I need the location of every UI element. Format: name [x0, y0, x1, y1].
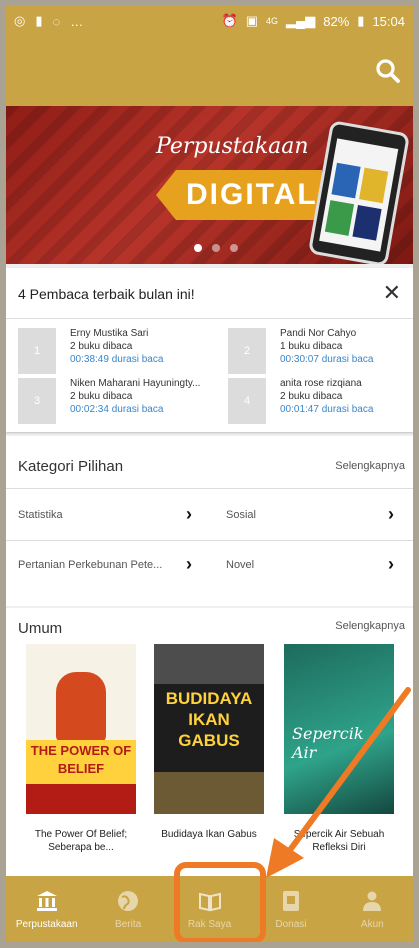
category-label: Novel	[226, 559, 255, 571]
close-icon[interactable]: ✕	[383, 282, 401, 304]
book-title[interactable]: The Power Of Belief; Seberapa be...	[21, 828, 141, 854]
reader-books: 1 buku dibaca	[280, 341, 343, 352]
signal-icon: ▂▄▆	[286, 13, 316, 28]
search-icon[interactable]	[373, 56, 403, 86]
book-title[interactable]: Sepercik Air Sebuah Refleksi Diri	[279, 828, 399, 854]
reader-item[interactable]: 2 Pandi Nor Cahyo 1 buku dibaca 00:30:07…	[228, 328, 413, 374]
clock: 15:04	[372, 13, 405, 29]
more-notifications-icon: …	[70, 13, 84, 29]
reader-item[interactable]: 4 anita rose rizqiana 2 buku dibaca 00:0…	[228, 378, 413, 424]
book-cover-power-of-belief[interactable]: THE POWER OF BELIEF	[26, 644, 136, 814]
reader-rank: 3	[18, 378, 56, 424]
reader-name: Niken Maharani Hayuningty...	[70, 378, 201, 389]
nav-item-perpustakaan[interactable]: Perpustakaan	[6, 876, 87, 942]
pagination-dot[interactable]	[212, 244, 220, 252]
divider	[6, 488, 413, 489]
category-label: Statistika	[18, 509, 63, 521]
reader-books: 2 buku dibaca	[70, 341, 133, 352]
nav-label: Berita	[115, 918, 142, 930]
category-section: Kategori Pilihan Selengkapnya Statistika…	[6, 436, 413, 606]
status-right-icons: ⏰ ▣ 4G ▂▄▆ 82% ▮ 15:04	[222, 13, 405, 29]
nav-label: Akun	[360, 918, 384, 930]
category-label: Pertanian Perkebunan Pete...	[18, 559, 163, 571]
book-cover-budidaya-ikan-gabus[interactable]: BUDIDAYA IKAN GABUS	[154, 644, 264, 814]
category-label: Sosial	[226, 509, 256, 521]
reader-books: 2 buku dibaca	[280, 391, 343, 402]
banner-script-text: Perpustakaan	[156, 134, 309, 159]
nav-item-berita[interactable]: Berita	[87, 876, 168, 942]
donation-icon	[282, 890, 299, 911]
reader-name: Erny Mustika Sari	[70, 328, 149, 339]
battery-icon: ▮	[357, 13, 365, 28]
network-label: 4G	[266, 16, 279, 26]
book-cover-title: THE POWER OF BELIEF	[30, 743, 132, 776]
divider	[6, 318, 413, 319]
nav-label: Perpustakaan	[15, 918, 78, 930]
reader-duration: 00:01:47 durasi baca	[280, 404, 374, 415]
general-more-link[interactable]: Selengkapnya	[335, 620, 405, 632]
reader-duration: 00:38:49 durasi baca	[70, 354, 164, 365]
reader-item[interactable]: 3 Niken Maharani Hayuningty... 2 buku di…	[18, 378, 208, 424]
notification-icon: ◌	[52, 13, 61, 29]
sim-icon: ▣	[245, 13, 259, 28]
alarm-icon: ⏰	[221, 13, 238, 28]
app-bar	[6, 36, 413, 106]
category-more-link[interactable]: Selengkapnya	[335, 460, 405, 472]
whatsapp-icon: ◎	[14, 13, 26, 28]
book-cover-title: Sepercik Air	[292, 724, 364, 762]
person-icon	[363, 891, 382, 911]
book-title[interactable]: Budidaya Ikan Gabus	[149, 828, 269, 841]
reader-duration: 00:30:07 durasi baca	[280, 354, 374, 365]
nav-label: Donasi	[275, 918, 307, 930]
promo-banner[interactable]: Perpustakaan DIGITAL	[6, 106, 413, 264]
chevron-right-icon: ›	[186, 504, 192, 524]
reader-rank: 2	[228, 328, 266, 374]
book-cover-sepercik-air[interactable]: Sepercik Air	[284, 644, 394, 814]
banner-main-text: DIGITAL	[186, 178, 318, 211]
reader-name: anita rose rizqiana	[280, 378, 362, 389]
pagination-dot[interactable]	[194, 244, 202, 252]
reader-books: 2 buku dibaca	[70, 391, 133, 402]
globe-icon	[118, 890, 139, 911]
reader-rank: 1	[18, 328, 56, 374]
top-readers-card: 4 Pembaca terbaik bulan ini! ✕ 1 Erny Mu…	[6, 268, 413, 432]
main-content: 4 Pembaca terbaik bulan ini! ✕ 1 Erny Mu…	[6, 264, 413, 876]
chevron-right-icon: ›	[388, 504, 394, 524]
highlight-box	[174, 862, 266, 944]
status-bar: ◎ ▮ ◌ … ⏰ ▣ 4G ▂▄▆ 82% ▮ 15:04	[6, 6, 413, 36]
category-title: Kategori Pilihan	[18, 458, 124, 475]
chevron-right-icon: ›	[388, 554, 394, 574]
banner-pagination	[194, 244, 238, 252]
top-readers-title: 4 Pembaca terbaik bulan ini!	[18, 286, 195, 302]
nav-item-akun[interactable]: Akun	[332, 876, 413, 942]
pagination-dot[interactable]	[230, 244, 238, 252]
reader-item[interactable]: 1 Erny Mustika Sari 2 buku dibaca 00:38:…	[18, 328, 208, 374]
book-cover-title: BUDIDAYA IKAN GABUS	[165, 689, 253, 750]
reader-name: Pandi Nor Cahyo	[280, 328, 357, 339]
divider	[6, 540, 413, 541]
message-icon: ▮	[35, 13, 43, 28]
library-icon	[36, 890, 57, 911]
battery-level: 82%	[323, 13, 350, 29]
reader-duration: 00:02:34 durasi baca	[70, 404, 164, 415]
status-left-icons: ◎ ▮ ◌ …	[14, 13, 83, 29]
general-section: Umum Selengkapnya THE POWER OF BELIEF Th…	[6, 608, 413, 876]
chevron-right-icon: ›	[186, 554, 192, 574]
general-title: Umum	[18, 620, 63, 637]
reader-rank: 4	[228, 378, 266, 424]
